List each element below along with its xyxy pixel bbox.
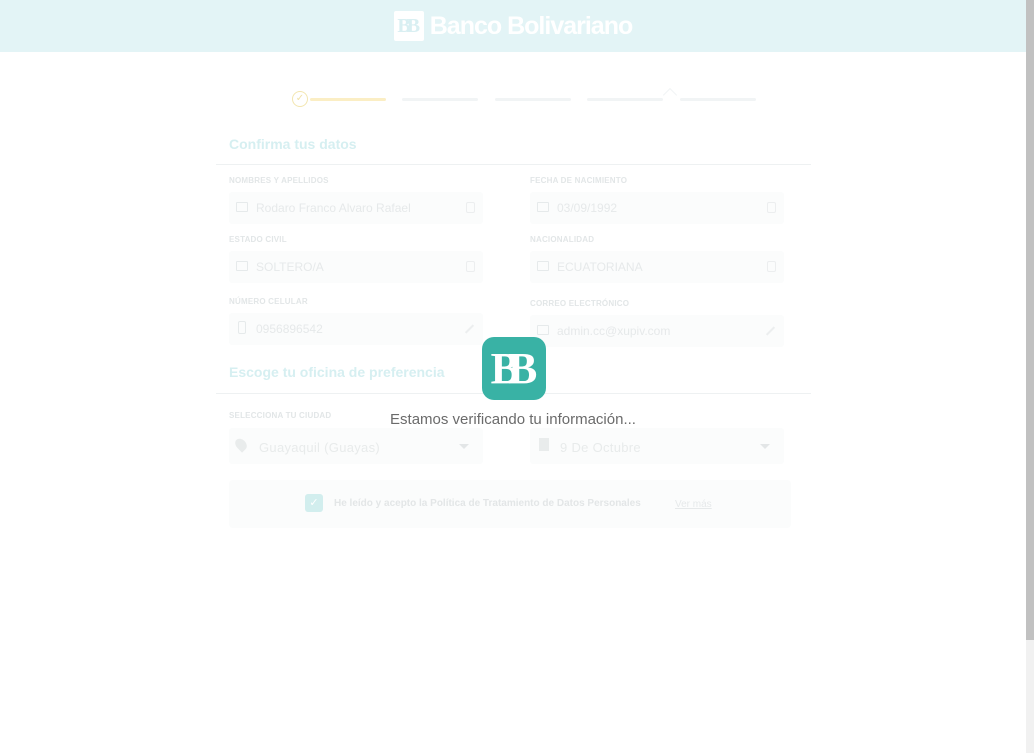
field-label-correo: CORREO ELECTRÓNICO [530,299,630,308]
correo-field[interactable]: admin.cc@xupiv.com [530,315,784,347]
brand-name: Banco Bolivariano [429,11,633,40]
chevron-down-icon [459,444,469,449]
estado-civil-field[interactable]: SOLTERO/A [229,251,483,283]
id-card-icon [537,261,549,271]
step-current-marker [662,87,678,103]
id-card-icon [537,202,549,212]
fecha-nacimiento-field[interactable]: 03/09/1992 [530,192,784,224]
oficina-select[interactable]: 9 De Octubre [530,428,784,464]
loader-logo-icon: BB [482,337,546,400]
brand-logo: BB Banco Bolivariano [393,11,633,41]
step-check-icon: ✓ [292,91,308,107]
correo-value: admin.cc@xupiv.com [557,324,671,338]
scrollbar[interactable] [1026,0,1034,753]
section-title-oficina: Escoge tu oficina de preferencia [229,364,445,380]
lock-icon [466,202,475,213]
mail-icon [537,325,549,335]
section-divider [216,164,811,165]
step-2-bar [402,98,478,101]
edit-icon[interactable] [464,324,475,334]
nacionalidad-field[interactable]: ECUATORIANA [530,251,784,283]
nombres-value: Rodaro Franco Alvaro Rafael [256,201,411,215]
field-label-estado-civil: ESTADO CIVIL [229,235,287,244]
scrollbar-thumb[interactable] [1026,0,1034,640]
terms-checkbox[interactable]: ✓ [305,494,323,512]
phone-icon [238,321,246,334]
field-label-ciudad: SELECCIONA TU CIUDAD [229,411,332,420]
field-label-celular: NÚMERO CELULAR [229,297,308,306]
nombres-field[interactable]: Rodaro Franco Alvaro Rafael [229,192,483,224]
step-1-bar [310,98,386,101]
celular-field[interactable]: 0956896542 [229,313,483,345]
chevron-down-icon [760,444,770,449]
terms-text: He leído y acepto la Política de Tratami… [334,498,641,509]
id-card-icon [236,202,248,212]
field-label-nacionalidad: NACIONALIDAD [530,235,595,244]
terms-box: ✓ He leído y acepto la Política de Trata… [229,480,791,528]
step-3-bar [495,98,571,101]
lock-icon [767,202,776,213]
header-bar: BB Banco Bolivariano [0,0,1026,52]
step-5-bar [680,98,756,101]
edit-icon[interactable] [765,326,776,336]
section-title-datos: Confirma tus datos [229,136,357,152]
location-pin-icon [232,436,250,453]
oficina-value: 9 De Octubre [560,440,641,455]
ciudad-value: Guayaquil (Guayas) [259,440,381,455]
lock-icon [767,261,776,272]
lock-icon [466,261,475,272]
brand-mark-icon: BB [393,11,424,41]
estado-civil-value: SOLTERO/A [256,260,324,274]
field-label-nombres: NOMBRES Y APELLIDOS [229,176,329,185]
fecha-value: 03/09/1992 [557,201,618,215]
nacionalidad-value: ECUATORIANA [557,260,643,274]
id-card-icon [236,261,248,271]
field-label-fecha: FECHA DE NACIMIENTO [530,176,628,185]
ver-mas-link[interactable]: Ver más [675,499,712,510]
loader-message: Estamos verificando tu información... [390,411,636,428]
progress-stepper: ✓ [292,87,762,110]
building-icon [539,438,549,451]
step-4-bar [587,98,663,101]
ciudad-select[interactable]: Guayaquil (Guayas) [229,428,483,464]
celular-value: 0956896542 [256,322,323,336]
